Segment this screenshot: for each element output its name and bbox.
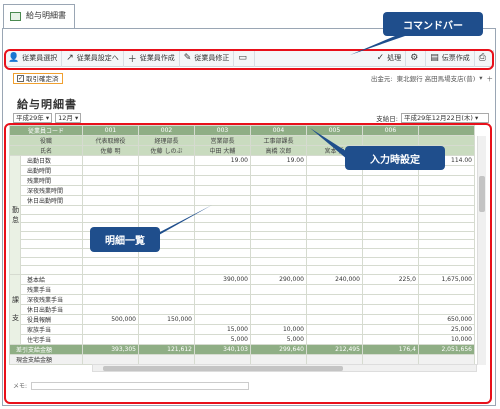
callout-input-settings: 入力時設定 bbox=[345, 146, 445, 170]
callout-detail-list: 明細一覧 bbox=[90, 227, 160, 252]
callout-pointers bbox=[150, 36, 405, 240]
callout-command-bar: コマンドバー bbox=[383, 12, 483, 36]
screenshot-root: { "window": {"tab_label": "給与明細書"}, "too… bbox=[0, 0, 500, 409]
